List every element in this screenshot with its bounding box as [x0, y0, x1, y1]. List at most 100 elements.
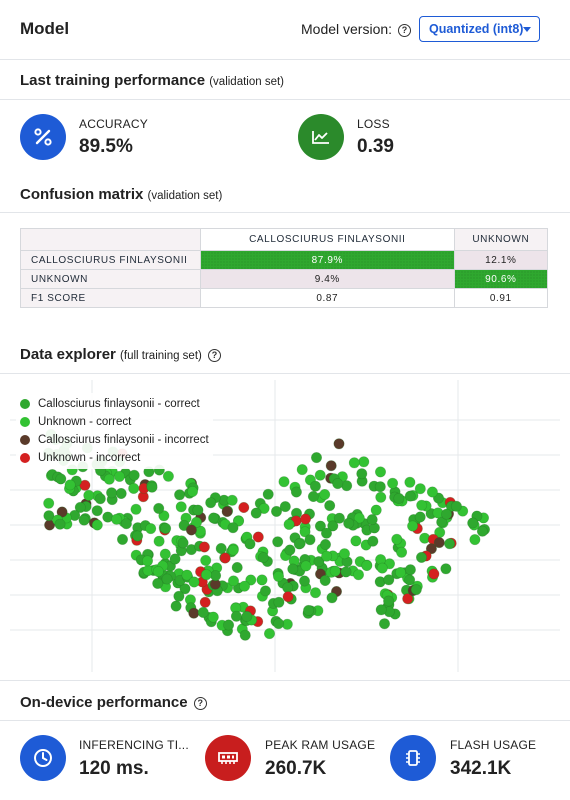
data-point[interactable]	[404, 476, 416, 488]
data-point[interactable]	[91, 505, 103, 517]
help-icon[interactable]: ?	[193, 697, 207, 710]
data-point[interactable]	[303, 604, 315, 616]
data-point[interactable]	[230, 610, 242, 622]
data-point[interactable]	[146, 481, 158, 493]
data-point[interactable]	[152, 577, 164, 589]
data-point[interactable]	[340, 566, 352, 578]
data-point[interactable]	[319, 489, 331, 501]
data-point[interactable]	[78, 514, 90, 526]
data-point[interactable]	[287, 563, 299, 575]
data-point[interactable]	[219, 552, 231, 564]
data-point[interactable]	[142, 555, 154, 567]
data-point[interactable]	[300, 560, 312, 572]
data-point[interactable]	[159, 548, 171, 560]
data-point[interactable]	[314, 469, 326, 481]
data-point[interactable]	[293, 538, 305, 550]
data-point[interactable]	[132, 530, 144, 542]
data-point[interactable]	[348, 457, 360, 469]
data-point[interactable]	[376, 562, 388, 574]
data-point[interactable]	[227, 544, 239, 556]
data-point[interactable]	[309, 480, 321, 492]
data-point[interactable]	[279, 501, 291, 513]
data-point[interactable]	[43, 497, 55, 509]
data-point[interactable]	[366, 514, 378, 526]
legend-item[interactable]: Callosciurus finlaysonii - correct	[20, 395, 209, 413]
data-point[interactable]	[396, 546, 408, 558]
data-point[interactable]	[174, 489, 186, 501]
data-point[interactable]	[153, 502, 165, 514]
data-point[interactable]	[170, 600, 182, 612]
data-point[interactable]	[332, 478, 344, 490]
data-point[interactable]	[333, 512, 345, 524]
data-point[interactable]	[241, 610, 253, 622]
data-point[interactable]	[278, 476, 290, 488]
data-point[interactable]	[283, 518, 295, 530]
data-point[interactable]	[162, 470, 174, 482]
data-point[interactable]	[428, 568, 440, 580]
data-point[interactable]	[169, 553, 181, 565]
data-point[interactable]	[450, 500, 462, 512]
data-point[interactable]	[375, 491, 387, 503]
data-point[interactable]	[404, 490, 416, 502]
data-point[interactable]	[231, 562, 243, 574]
data-point[interactable]	[367, 535, 379, 547]
data-point[interactable]	[111, 513, 123, 525]
data-point[interactable]	[177, 537, 189, 549]
data-point[interactable]	[91, 519, 103, 531]
data-point[interactable]	[94, 493, 106, 505]
data-point[interactable]	[383, 574, 395, 586]
data-point[interactable]	[361, 560, 373, 572]
data-point[interactable]	[299, 513, 311, 525]
data-point[interactable]	[410, 584, 422, 596]
data-point[interactable]	[257, 552, 269, 564]
data-point[interactable]	[215, 543, 227, 555]
data-point[interactable]	[320, 527, 332, 539]
data-point[interactable]	[370, 504, 382, 516]
data-point[interactable]	[228, 575, 240, 587]
data-point[interactable]	[341, 480, 353, 492]
data-point[interactable]	[226, 494, 238, 506]
data-point[interactable]	[426, 486, 438, 498]
data-point[interactable]	[145, 523, 157, 535]
data-point[interactable]	[391, 533, 403, 545]
data-point[interactable]	[64, 479, 76, 491]
data-point[interactable]	[55, 473, 67, 485]
data-point[interactable]	[440, 563, 452, 575]
data-point[interactable]	[128, 482, 140, 494]
data-point[interactable]	[374, 481, 386, 493]
data-point[interactable]	[310, 452, 322, 464]
data-point[interactable]	[404, 574, 416, 586]
data-point[interactable]	[199, 596, 211, 608]
data-point[interactable]	[404, 564, 416, 576]
data-point[interactable]	[284, 544, 296, 556]
data-point[interactable]	[252, 531, 264, 543]
data-point[interactable]	[414, 511, 426, 523]
data-point[interactable]	[416, 499, 428, 511]
data-point[interactable]	[117, 533, 129, 545]
legend-item[interactable]: Callosciurus finlaysonii - incorrect	[20, 431, 209, 449]
data-point[interactable]	[185, 524, 197, 536]
data-point[interactable]	[352, 569, 364, 581]
help-icon[interactable]: ?	[208, 349, 222, 362]
data-point[interactable]	[329, 565, 341, 577]
data-point[interactable]	[244, 538, 256, 550]
data-point[interactable]	[343, 517, 355, 529]
data-point[interactable]	[394, 567, 406, 579]
data-point[interactable]	[319, 539, 331, 551]
data-point[interactable]	[272, 570, 284, 582]
data-point[interactable]	[192, 504, 204, 516]
data-point[interactable]	[444, 538, 456, 550]
data-point[interactable]	[250, 507, 262, 519]
data-point[interactable]	[414, 483, 426, 495]
data-point[interactable]	[239, 629, 251, 641]
data-point[interactable]	[325, 460, 337, 472]
data-point[interactable]	[83, 489, 95, 501]
data-point[interactable]	[130, 503, 142, 515]
data-point[interactable]	[375, 604, 387, 616]
data-point[interactable]	[262, 488, 274, 500]
data-point[interactable]	[115, 488, 127, 500]
data-point[interactable]	[374, 466, 386, 478]
data-point[interactable]	[387, 477, 399, 489]
data-point[interactable]	[383, 595, 395, 607]
data-point[interactable]	[272, 536, 284, 548]
